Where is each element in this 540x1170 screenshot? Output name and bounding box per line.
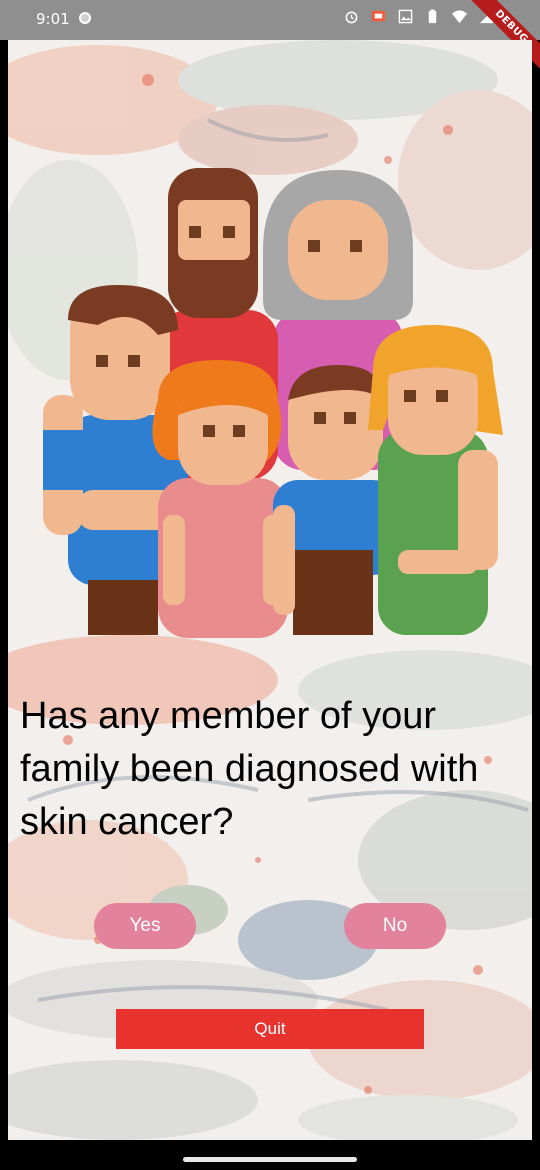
app-screen: Has any member of your family been diagn…	[8, 40, 532, 1140]
status-bar: 9:01 DEBUG	[0, 0, 540, 73]
no-button[interactable]: No	[344, 903, 446, 949]
mother-figure	[368, 325, 503, 635]
wifi-icon	[452, 10, 467, 24]
home-indicator[interactable]	[183, 1157, 357, 1162]
quit-button[interactable]: Quit	[116, 1009, 424, 1049]
girl-pink-figure	[152, 360, 288, 638]
record-indicator-icon	[79, 12, 91, 24]
navigation-bar	[0, 1140, 540, 1170]
status-icons	[344, 9, 494, 24]
question-text: Has any member of your family been diagn…	[20, 695, 479, 843]
alarm-icon	[345, 11, 358, 24]
status-time: 9:01	[36, 10, 70, 28]
image-icon	[398, 9, 413, 24]
battery-icon	[428, 9, 437, 24]
cast-icon	[371, 10, 386, 22]
yes-button[interactable]: Yes	[94, 903, 196, 949]
family-illustration	[43, 168, 503, 638]
